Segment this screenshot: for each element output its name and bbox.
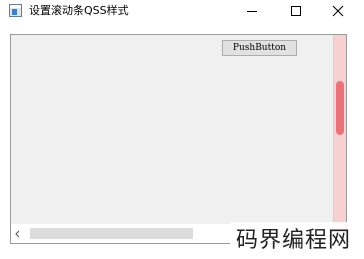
close-icon (332, 5, 344, 17)
push-button[interactable]: PushButton (222, 40, 297, 56)
app-icon (9, 4, 22, 17)
main-window: 设置滚动条QSS样式 PushButton 码界编程网 (0, 0, 364, 259)
vertical-scroll-handle[interactable] (336, 81, 344, 135)
minimize-button[interactable] (232, 0, 272, 22)
chevron-left-icon[interactable] (13, 228, 23, 240)
window-title: 设置滚动条QSS样式 (29, 4, 129, 17)
scroll-area[interactable]: PushButton (10, 34, 347, 244)
horizontal-scroll-handle[interactable] (30, 228, 193, 239)
maximize-icon (291, 6, 301, 16)
maximize-button[interactable] (276, 0, 316, 22)
watermark: 码界编程网 (230, 222, 364, 259)
title-bar[interactable]: 设置滚动条QSS样式 (0, 0, 364, 22)
close-button[interactable] (318, 0, 358, 22)
minimize-icon (247, 11, 257, 12)
